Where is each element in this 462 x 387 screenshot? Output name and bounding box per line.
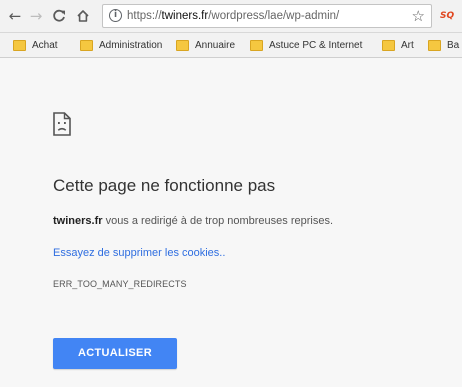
bookmark-folder[interactable]: Achat (13, 38, 58, 53)
back-arrow-icon[interactable]: ← (6, 6, 24, 26)
bookmark-label: Astuce PC & Internet (269, 40, 363, 51)
error-message: twiners.fr vous a redirigé à de trop nom… (53, 213, 333, 229)
bookmark-folder[interactable]: Astuce PC & Internet (250, 38, 362, 53)
bookmark-label: Achat (32, 40, 58, 51)
url-path: /wordpress/lae/wp-admin/ (208, 10, 340, 22)
home-icon[interactable] (74, 6, 92, 26)
bookmark-folder[interactable]: Ba (428, 38, 459, 53)
folder-icon (382, 40, 395, 51)
folder-icon (80, 40, 93, 51)
url-text[interactable]: https://twiners.fr/wordpress/lae/wp-admi… (127, 9, 407, 24)
star-icon[interactable]: ☆ (412, 7, 425, 25)
bookmark-label: Ba (447, 40, 460, 51)
bookmark-folder[interactable]: Annuaire (176, 38, 235, 53)
url-scheme: https:// (127, 10, 162, 22)
error-heading: Cette page ne fonctionne pas (53, 176, 276, 195)
error-code: ERR_TOO_MANY_REDIRECTS (53, 279, 187, 289)
bookmark-label: Art (401, 40, 414, 51)
forward-arrow-icon[interactable]: → (27, 6, 45, 26)
sad-page-icon (53, 112, 71, 140)
info-icon[interactable]: i (109, 9, 122, 22)
error-domain: twiners.fr (53, 215, 103, 227)
browser-toolbar: ← → i https://twiners.fr/wordpress/lae/w… (0, 0, 462, 33)
bookmark-folder[interactable]: Art (382, 38, 414, 53)
bookmarks-bar: Achat Administration Annuaire Astuce PC … (0, 33, 462, 58)
bookmark-label: Administration (99, 40, 163, 51)
url-host: twiners.fr (161, 10, 209, 22)
error-page: Cette page ne fonctionne pas twiners.fr … (0, 58, 462, 387)
bookmark-label: Annuaire (195, 40, 236, 51)
bookmark-folder[interactable]: Administration (80, 38, 162, 53)
folder-icon (176, 40, 189, 51)
folder-icon (250, 40, 263, 51)
extension-icon[interactable]: SQ (440, 9, 456, 23)
reload-button[interactable]: ACTUALISER (53, 338, 177, 369)
folder-icon (13, 40, 26, 51)
folder-icon (428, 40, 441, 51)
reload-icon[interactable] (50, 6, 68, 26)
address-bar[interactable]: i https://twiners.fr/wordpress/lae/wp-ad… (102, 4, 432, 28)
error-message-text: vous a redirigé à de trop nombreuses rep… (102, 215, 334, 227)
clear-cookies-link[interactable]: Essayez de supprimer les cookies.. (53, 245, 225, 261)
